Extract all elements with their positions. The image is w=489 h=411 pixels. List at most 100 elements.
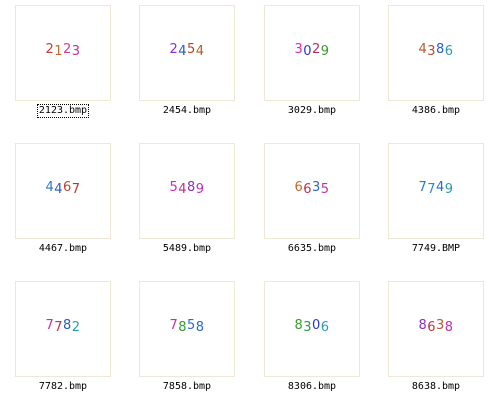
captcha-digit: 4 (45, 180, 55, 195)
file-name-label[interactable]: 8638.bmp (378, 381, 489, 393)
file-name-text: 7782.bmp (38, 381, 88, 392)
captcha-digit: 8 (418, 318, 428, 333)
file-name-text: 6635.bmp (287, 243, 337, 254)
file-name-label[interactable]: 3029.bmp (254, 105, 370, 117)
captcha-digit: 4 (436, 180, 445, 195)
file-name-text: 2123.bmp (36, 104, 90, 118)
captcha-digit: 8 (63, 318, 72, 333)
file-name-text: 2454.bmp (162, 105, 212, 116)
captcha-digit: 3 (294, 42, 304, 57)
captcha-digit: 8 (444, 320, 454, 335)
file-thumbnail-item[interactable]: 8306 8306.bmp (254, 281, 374, 411)
captcha-digits: 3029 (265, 42, 359, 59)
file-thumbnail-item[interactable]: 7749 7749.BMP (378, 143, 489, 273)
captcha-digit: 6 (320, 320, 330, 335)
thumbnail-image-frame[interactable]: 6635 (264, 143, 360, 239)
captcha-digits: 8306 (265, 318, 359, 335)
file-thumbnail-item[interactable]: 3029 3029.bmp (254, 5, 374, 135)
captcha-digit: 6 (294, 180, 304, 195)
captcha-digits: 5489 (140, 180, 234, 197)
captcha-digit: 8 (294, 318, 304, 333)
captcha-digit: 5 (187, 318, 196, 333)
captcha-digit: 8 (436, 42, 445, 57)
file-name-label[interactable]: 2454.bmp (129, 105, 245, 117)
captcha-digit: 6 (303, 182, 312, 197)
file-name-label[interactable]: 8306.bmp (254, 381, 370, 393)
captcha-digit: 8 (187, 180, 196, 195)
captcha-digit: 2 (71, 320, 81, 335)
captcha-digit: 7 (169, 318, 179, 333)
thumbnail-image-frame[interactable]: 4467 (15, 143, 111, 239)
file-name-label[interactable]: 7749.BMP (378, 243, 489, 255)
captcha-digit: 7 (54, 320, 63, 335)
captcha-digit: 6 (427, 320, 436, 335)
thumbnail-image-frame[interactable]: 3029 (264, 5, 360, 101)
captcha-digit: 5 (320, 182, 330, 197)
thumbnail-image-frame[interactable]: 2454 (139, 5, 235, 101)
captcha-digit: 7 (427, 182, 436, 197)
captcha-digit: 3 (436, 318, 445, 333)
thumbnail-image-frame[interactable]: 7749 (388, 143, 484, 239)
captcha-digit: 6 (444, 44, 454, 59)
file-thumbnail-item[interactable]: 4386 4386.bmp (378, 5, 489, 135)
file-thumbnail-item[interactable]: 8638 8638.bmp (378, 281, 489, 411)
captcha-digit: 8 (195, 320, 205, 335)
captcha-digit: 7 (45, 318, 55, 333)
captcha-digit: 3 (312, 180, 321, 195)
thumbnail-image-frame[interactable]: 8306 (264, 281, 360, 377)
file-thumbnail-item[interactable]: 2454 2454.bmp (129, 5, 249, 135)
captcha-digit: 6 (63, 180, 72, 195)
captcha-digit: 4 (418, 42, 428, 57)
thumbnail-image-frame[interactable]: 5489 (139, 143, 235, 239)
file-name-text: 4386.bmp (411, 105, 461, 116)
thumbnail-image-frame[interactable]: 2123 (15, 5, 111, 101)
file-name-text: 7749.BMP (411, 243, 461, 254)
file-thumbnail-item[interactable]: 2123 2123.bmp (5, 5, 125, 135)
captcha-digit: 2 (45, 42, 55, 57)
captcha-digit: 0 (303, 44, 312, 59)
captcha-digit: 3 (427, 44, 436, 59)
captcha-digit: 2 (169, 42, 179, 57)
file-thumbnail-item[interactable]: 7858 7858.bmp (129, 281, 249, 411)
captcha-digits: 2123 (16, 42, 110, 59)
captcha-digit: 7 (71, 182, 81, 197)
file-name-label[interactable]: 4386.bmp (378, 105, 489, 117)
captcha-digits: 4386 (389, 42, 483, 59)
file-name-text: 8638.bmp (411, 381, 461, 392)
file-thumbnail-item[interactable]: 7782 7782.bmp (5, 281, 125, 411)
file-name-label[interactable]: 7858.bmp (129, 381, 245, 393)
thumbnail-image-frame[interactable]: 4386 (388, 5, 484, 101)
thumbnail-image-frame[interactable]: 8638 (388, 281, 484, 377)
captcha-digit: 7 (418, 180, 428, 195)
captcha-digit: 5 (169, 180, 179, 195)
captcha-digits: 7782 (16, 318, 110, 335)
captcha-digit: 4 (178, 182, 187, 197)
file-name-text: 8306.bmp (287, 381, 337, 392)
file-thumbnail-item[interactable]: 4467 4467.bmp (5, 143, 125, 273)
captcha-digit: 0 (312, 318, 321, 333)
file-thumbnail-item[interactable]: 5489 5489.bmp (129, 143, 249, 273)
file-name-text: 3029.bmp (287, 105, 337, 116)
captcha-digits: 6635 (265, 180, 359, 197)
file-name-text: 4467.bmp (38, 243, 88, 254)
file-name-text: 7858.bmp (162, 381, 212, 392)
captcha-digit: 9 (320, 44, 330, 59)
thumbnail-image-frame[interactable]: 7858 (139, 281, 235, 377)
captcha-digit: 8 (178, 320, 187, 335)
captcha-digit: 2 (312, 42, 321, 57)
captcha-digit: 5 (187, 42, 196, 57)
file-thumbnail-grid: 2123 2123.bmp 2454 2454.bmp 3029 3029.bmp 4386… (0, 0, 489, 405)
file-name-label[interactable]: 6635.bmp (254, 243, 370, 255)
file-name-text: 5489.bmp (162, 243, 212, 254)
captcha-digits: 8638 (389, 318, 483, 335)
file-name-label[interactable]: 4467.bmp (5, 243, 121, 255)
file-name-label[interactable]: 5489.bmp (129, 243, 245, 255)
file-thumbnail-item[interactable]: 6635 6635.bmp (254, 143, 374, 273)
captcha-digits: 7858 (140, 318, 234, 335)
captcha-digit: 1 (54, 44, 63, 59)
file-name-label[interactable]: 7782.bmp (5, 381, 121, 393)
captcha-digit: 4 (178, 44, 187, 59)
file-name-label[interactable]: 2123.bmp (5, 104, 121, 118)
captcha-digit: 4 (195, 44, 205, 59)
thumbnail-image-frame[interactable]: 7782 (15, 281, 111, 377)
